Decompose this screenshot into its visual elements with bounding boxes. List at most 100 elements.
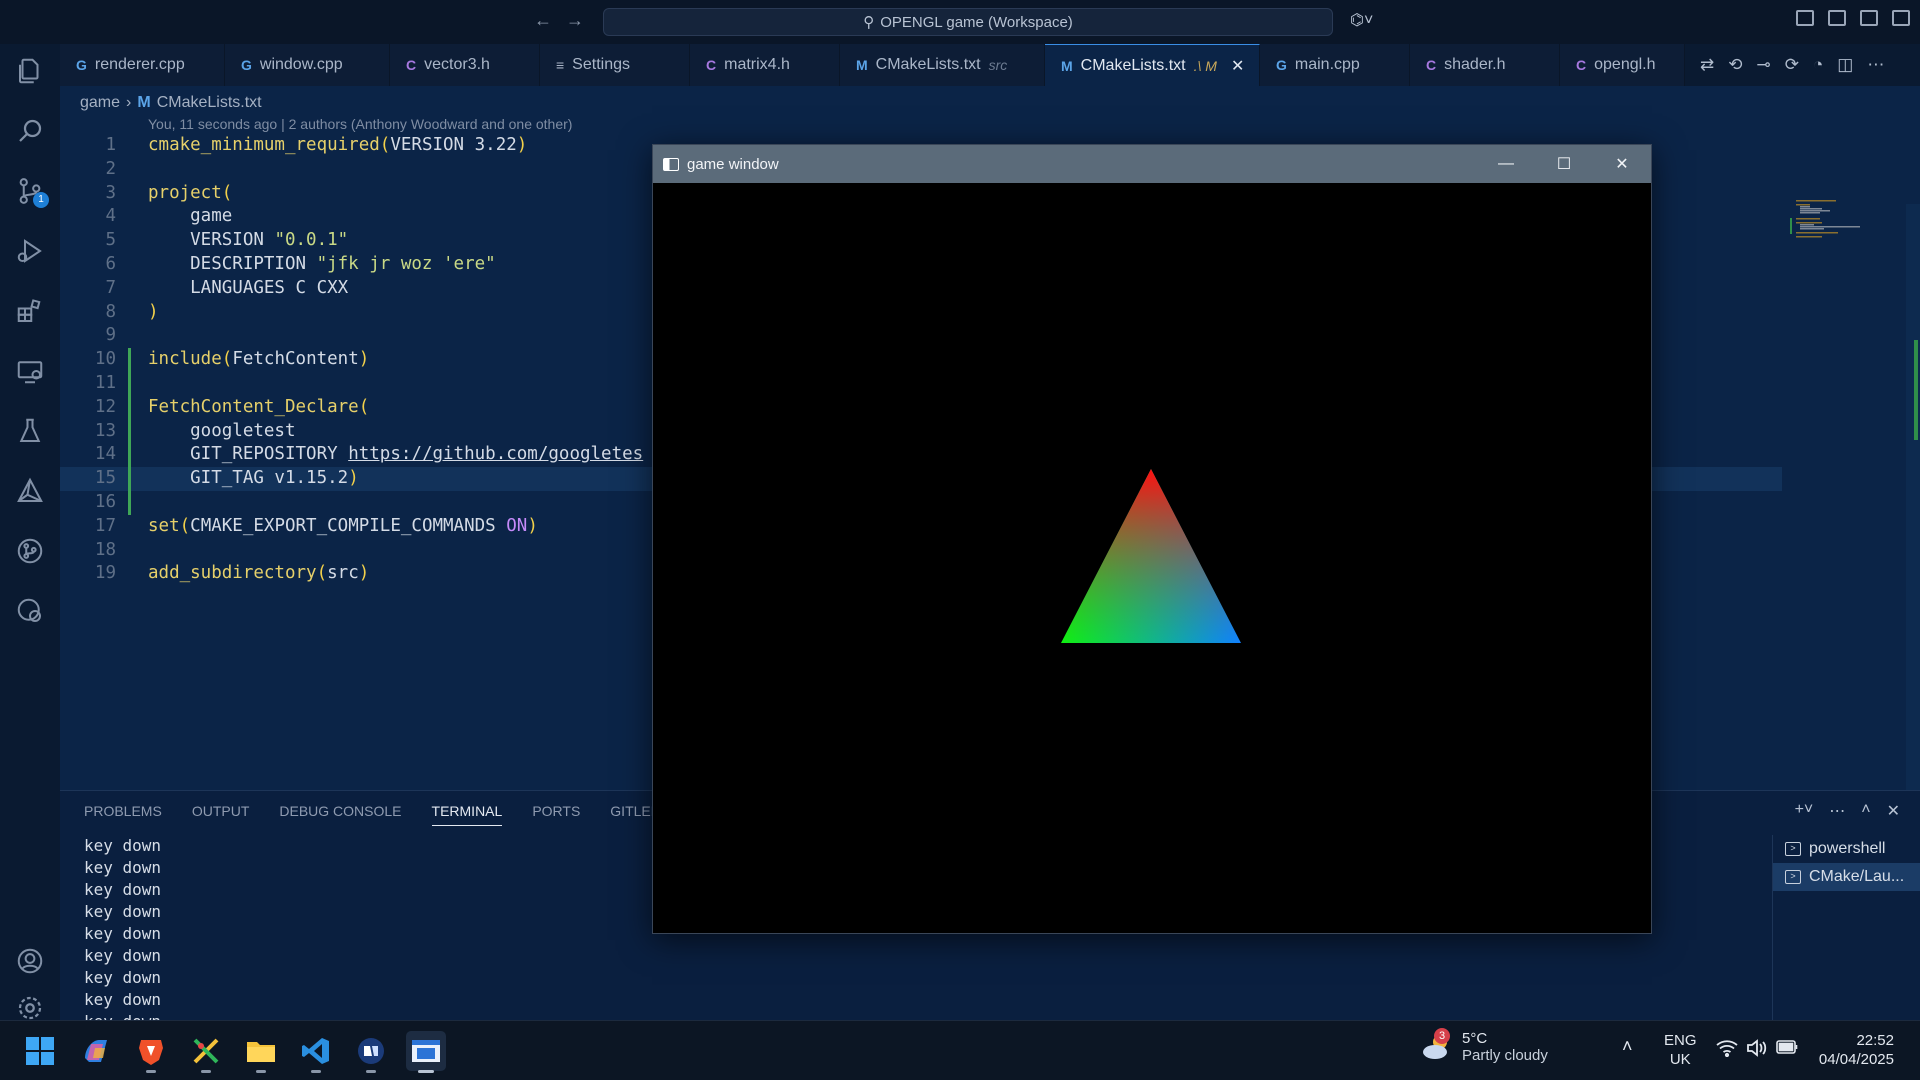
battery-icon[interactable] bbox=[1776, 1040, 1798, 1059]
split-editor-icon[interactable]: ◫ bbox=[1837, 55, 1853, 75]
panel-tab-terminal[interactable]: TERMINAL bbox=[431, 803, 503, 826]
source-control-icon[interactable]: 1 bbox=[13, 174, 49, 208]
close-icon[interactable]: ✕ bbox=[1593, 145, 1651, 183]
tab-matrix4-h[interactable]: Cmatrix4.h bbox=[690, 44, 840, 86]
clock-date: 04/04/2025 bbox=[1818, 1051, 1894, 1068]
tab-label: matrix4.h bbox=[724, 56, 790, 73]
accounts-icon[interactable] bbox=[13, 944, 47, 978]
source-control-badge: 1 bbox=[33, 192, 49, 208]
remote-explorer-icon[interactable] bbox=[13, 354, 47, 388]
breadcrumb-folder[interactable]: game bbox=[80, 94, 120, 112]
toggle-secondary-sidebar-icon[interactable] bbox=[1892, 10, 1910, 26]
tab-cmakelists-txt[interactable]: M CMakeLists.txt src bbox=[840, 44, 1045, 86]
line-number: 9 bbox=[105, 325, 116, 346]
tab-settings[interactable]: ≡ Settings bbox=[540, 44, 690, 86]
minimap[interactable] bbox=[1780, 198, 1860, 248]
gutter bbox=[128, 134, 148, 158]
manage-gear-icon[interactable] bbox=[13, 996, 47, 1020]
toggle-primary-sidebar-icon[interactable] bbox=[1828, 10, 1846, 26]
explorer-icon[interactable] bbox=[13, 54, 47, 88]
tab-main-cpp[interactable]: Gmain.cpp bbox=[1260, 44, 1410, 86]
maximize-panel-icon[interactable]: ˄ bbox=[1861, 801, 1870, 821]
weather-widget[interactable]: 3 5°C Partly cloudy bbox=[1420, 1028, 1548, 1064]
tab-window-cpp[interactable]: Gwindow.cpp bbox=[225, 44, 390, 86]
terminal-icon: > bbox=[1785, 870, 1801, 884]
brave-browser-icon[interactable] bbox=[131, 1031, 171, 1073]
command-center[interactable]: ⚲ OPENGL game (Workspace) bbox=[603, 8, 1333, 36]
gutter bbox=[128, 253, 148, 277]
windows-start-icon[interactable] bbox=[20, 1031, 60, 1071]
run-debug-icon[interactable] bbox=[13, 234, 47, 268]
tab-opengl-h[interactable]: Copengl.h bbox=[1560, 44, 1685, 86]
vscode-icon[interactable] bbox=[296, 1031, 336, 1073]
gitlens-icon[interactable] bbox=[13, 534, 47, 568]
panel-tab-debug-console[interactable]: DEBUG CONSOLE bbox=[279, 803, 401, 826]
game-window[interactable]: game window — ☐ ✕ bbox=[652, 144, 1652, 934]
weather-alert-badge: 3 bbox=[1434, 1028, 1450, 1044]
new-terminal-icon[interactable]: +˅ bbox=[1795, 801, 1814, 821]
gitlens-inspect-icon[interactable] bbox=[13, 594, 47, 628]
cmake-icon[interactable] bbox=[13, 474, 47, 508]
terminal-icon: > bbox=[1785, 842, 1801, 856]
code-token: cmake_minimum_required bbox=[148, 135, 380, 155]
editor-scrollbar[interactable] bbox=[1906, 204, 1920, 874]
gitlens-next-icon[interactable]: ⟳ bbox=[1785, 55, 1799, 75]
wifi-icon[interactable] bbox=[1716, 1039, 1738, 1062]
panel-tab-problems[interactable]: PROBLEMS bbox=[84, 803, 162, 826]
language-indicator[interactable]: ENG UK bbox=[1664, 1031, 1697, 1069]
copilot-app-icon[interactable] bbox=[76, 1031, 116, 1071]
terminal-app-icon[interactable] bbox=[351, 1031, 391, 1073]
gitlens-graph-icon[interactable]: ◔ bbox=[1813, 55, 1823, 75]
tab-label: opengl.h bbox=[1594, 56, 1656, 73]
git-tool-icon[interactable] bbox=[186, 1031, 226, 1073]
running-indicator bbox=[146, 1070, 156, 1073]
code-token: FetchContent bbox=[232, 349, 359, 370]
gutter bbox=[128, 515, 148, 539]
terminal-output[interactable]: key down key down key down key down key down… bbox=[84, 835, 161, 1021]
gitlens-commit-icon[interactable]: ⊸ bbox=[1757, 55, 1771, 75]
tab-shader-h[interactable]: Cshader.h bbox=[1410, 44, 1560, 86]
minimize-icon[interactable]: — bbox=[1477, 145, 1535, 183]
close-tab-icon[interactable]: ✕ bbox=[1231, 56, 1244, 76]
tab-vector3-h[interactable]: Cvector3.h bbox=[390, 44, 540, 86]
tab-renderer-cpp[interactable]: Grenderer.cpp bbox=[60, 44, 225, 86]
git-blame-annotation[interactable]: You, 11 seconds ago | 2 authors (Anthony… bbox=[148, 116, 572, 132]
running-indicator bbox=[256, 1070, 266, 1073]
code-token: ) bbox=[358, 349, 370, 370]
chevron-up-icon[interactable]: ˄ bbox=[1622, 1037, 1633, 1056]
maximize-icon[interactable]: ☐ bbox=[1535, 145, 1593, 183]
testing-icon[interactable] bbox=[13, 414, 47, 448]
tab-label: renderer.cpp bbox=[94, 56, 185, 73]
tab-cmakelists-txt[interactable]: M CMakeLists.txt .\ M ✕ bbox=[1045, 44, 1260, 86]
volume-icon[interactable] bbox=[1746, 1039, 1768, 1062]
file-explorer-icon[interactable] bbox=[241, 1031, 281, 1073]
gitlens-prev-icon[interactable]: ⟲ bbox=[1728, 55, 1742, 75]
terminal-instance[interactable]: > powershell bbox=[1773, 835, 1920, 863]
game-window-taskbar-icon[interactable] bbox=[406, 1031, 446, 1073]
running-indicator bbox=[366, 1070, 376, 1073]
opengl-viewport[interactable] bbox=[653, 183, 1651, 933]
compare-icon[interactable]: ⇄ bbox=[1700, 55, 1714, 75]
tab-file-icon: C bbox=[1576, 57, 1587, 73]
toggle-panel-icon[interactable] bbox=[1860, 10, 1878, 26]
customize-layout-icon[interactable] bbox=[1796, 10, 1814, 26]
search-icon[interactable] bbox=[13, 114, 47, 148]
more-actions-icon[interactable]: ⋯ bbox=[1867, 55, 1884, 75]
back-arrow-icon[interactable]: ← bbox=[534, 10, 552, 31]
tab-label: CMakeLists.txt bbox=[875, 56, 981, 73]
rendered-triangle bbox=[1061, 469, 1241, 643]
workspace-title: OPENGL game (Workspace) bbox=[880, 13, 1073, 31]
clock[interactable]: 22:52 04/04/2025 bbox=[1814, 1031, 1894, 1069]
panel-tab-ports[interactable]: PORTS bbox=[532, 803, 580, 826]
copilot-icon[interactable]: ⌬˅ bbox=[1350, 10, 1373, 30]
layout-controls bbox=[1796, 10, 1910, 26]
more-icon[interactable]: ⋯ bbox=[1829, 801, 1845, 821]
breadcrumb-file[interactable]: CMakeLists.txt bbox=[157, 94, 262, 112]
terminal-line: key down bbox=[84, 880, 162, 899]
extensions-icon[interactable] bbox=[13, 294, 47, 328]
forward-arrow-icon[interactable]: → bbox=[566, 10, 584, 31]
panel-tab-output[interactable]: OUTPUT bbox=[192, 803, 250, 826]
gutter bbox=[128, 371, 148, 396]
close-panel-icon[interactable]: ✕ bbox=[1887, 801, 1900, 821]
terminal-instance[interactable]: > CMake/Lau... bbox=[1773, 863, 1920, 891]
